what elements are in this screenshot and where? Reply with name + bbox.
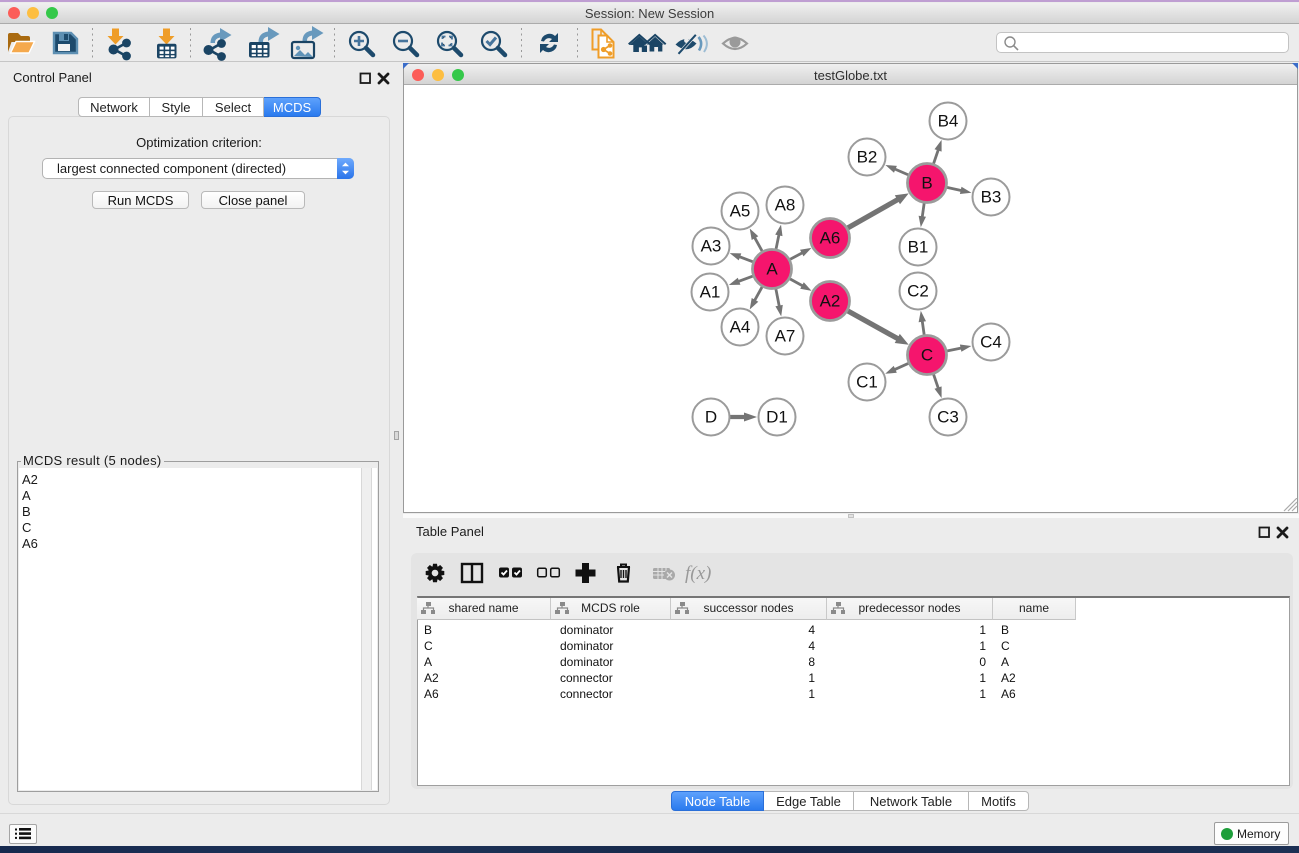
svg-text:B3: B3 <box>981 188 1002 207</box>
svg-text:A3: A3 <box>701 237 722 256</box>
svg-text:A4: A4 <box>730 318 751 337</box>
svg-text:B2: B2 <box>857 148 878 167</box>
svg-text:B4: B4 <box>938 112 959 131</box>
svg-text:A2: A2 <box>820 292 841 311</box>
svg-text:D: D <box>705 408 717 427</box>
svg-text:A6: A6 <box>820 229 841 248</box>
svg-text:A8: A8 <box>775 196 796 215</box>
svg-text:C1: C1 <box>856 373 878 392</box>
svg-text:C2: C2 <box>907 282 929 301</box>
svg-text:C4: C4 <box>980 333 1002 352</box>
svg-text:D1: D1 <box>766 408 788 427</box>
svg-text:f(x): f(x) <box>685 563 711 584</box>
svg-text:A7: A7 <box>775 327 796 346</box>
svg-text:A: A <box>766 260 778 279</box>
svg-text:B: B <box>921 174 932 193</box>
svg-text:A5: A5 <box>730 202 751 221</box>
svg-text:C3: C3 <box>937 408 959 427</box>
svg-text:A1: A1 <box>700 283 721 302</box>
svg-text:B1: B1 <box>908 238 929 257</box>
svg-text:C: C <box>921 346 933 365</box>
